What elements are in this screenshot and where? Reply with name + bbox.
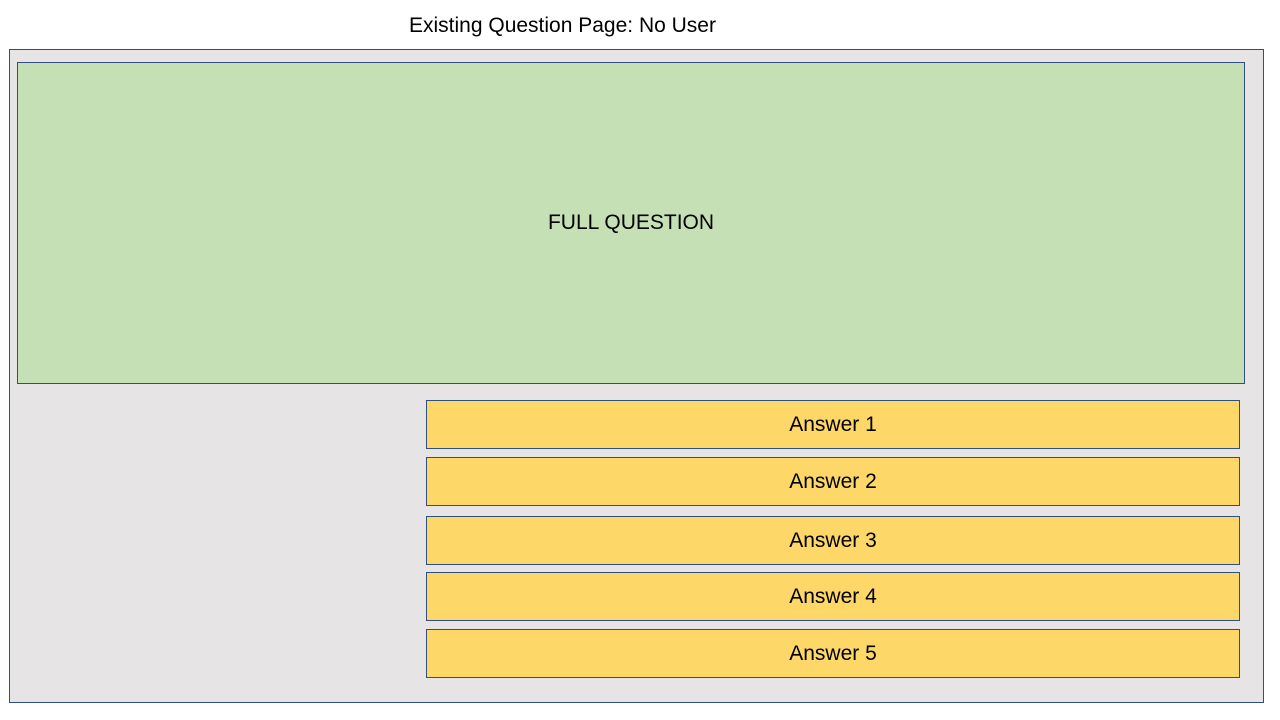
answer-button-2[interactable]: Answer 2	[426, 457, 1240, 506]
page-title: Existing Question Page: No User	[409, 14, 716, 37]
question-panel: FULL QUESTION	[17, 62, 1245, 384]
answer-button-3[interactable]: Answer 3	[426, 516, 1240, 565]
answer-button-1[interactable]: Answer 1	[426, 400, 1240, 449]
page: Existing Question Page: No User FULL QUE…	[0, 0, 1280, 720]
question-text: FULL QUESTION	[547, 211, 715, 234]
answer-button-4[interactable]: Answer 4	[426, 572, 1240, 621]
answer-button-5[interactable]: Answer 5	[426, 629, 1240, 678]
